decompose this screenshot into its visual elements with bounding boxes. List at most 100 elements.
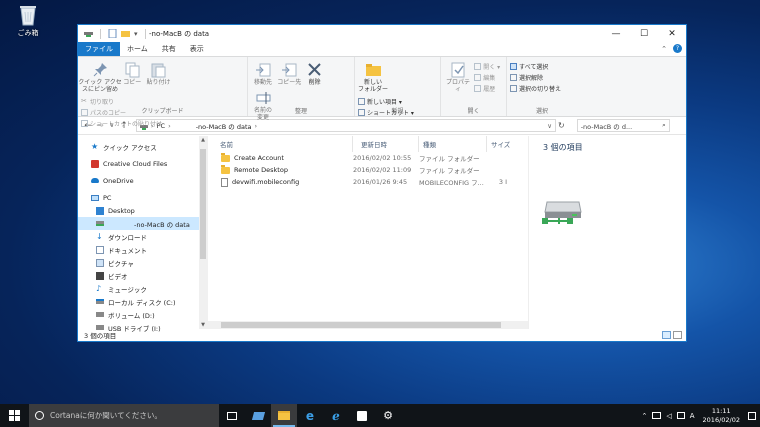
rename-button[interactable]: 名前の 変更	[251, 87, 275, 122]
edit-button[interactable]: 編集	[474, 73, 500, 82]
recycle-bin-label: ごみ箱	[17, 29, 39, 37]
recycle-bin-desktop-icon[interactable]: ごみ箱	[8, 4, 48, 38]
nav-item-local-disk-c[interactable]: ローカル ディスク (C:)	[78, 295, 207, 308]
taskbar-app-device[interactable]	[245, 404, 271, 427]
horizontal-scroll-thumb[interactable]	[221, 322, 501, 328]
invert-selection-button[interactable]: 選択の切り替え	[510, 84, 561, 93]
paste-button[interactable]: 貼り付け	[145, 59, 171, 87]
taskbar-edge[interactable]: e	[297, 404, 323, 427]
column-size-header[interactable]: サイズ	[487, 136, 527, 152]
move-to-button[interactable]: 移動先	[251, 59, 275, 87]
paste-shortcut-button[interactable]: ショートカットの貼り付け	[81, 119, 162, 128]
delete-button[interactable]: 削除	[303, 59, 325, 87]
maximize-button[interactable]: ☐	[630, 25, 658, 42]
tab-file[interactable]: ファイル	[78, 42, 120, 56]
nav-item-documents[interactable]: ドキュメント	[78, 243, 207, 256]
task-view-button[interactable]	[219, 404, 245, 427]
nav-item-pictures[interactable]: ピクチャ	[78, 256, 207, 269]
nav-pane-scroll-thumb[interactable]	[200, 149, 206, 259]
copy-button[interactable]: コピー	[121, 59, 143, 87]
search-icon: ⌕	[662, 121, 666, 129]
new-folder-icon[interactable]	[121, 29, 130, 38]
help-icon[interactable]: ?	[673, 44, 682, 53]
select-all-button[interactable]: すべて選択	[510, 62, 561, 71]
minimize-button[interactable]: —	[602, 25, 630, 42]
file-row[interactable]: Create Account 2016/02/02 10:55 ファイル フォル…	[208, 152, 528, 164]
copy-to-button[interactable]: コピー先	[277, 59, 301, 87]
start-button[interactable]	[0, 404, 29, 427]
scroll-up-icon[interactable]: ▲	[199, 136, 207, 144]
search-input[interactable]: -no-MacB の d... ⌕	[576, 119, 670, 132]
cut-button[interactable]: ✂ 切り取り	[81, 97, 162, 106]
properties-button[interactable]: プロパティ	[444, 59, 472, 94]
open-button[interactable]: 開く ▾	[474, 62, 500, 71]
details-view-icon[interactable]	[662, 331, 671, 339]
nav-item-network-drive[interactable]: -no-MacB の data	[78, 217, 207, 230]
refresh-icon[interactable]: ↻	[558, 121, 565, 130]
nav-item-music[interactable]: ♪ ミュージック	[78, 282, 207, 295]
ime-indicator[interactable]: A	[690, 412, 695, 420]
address-bar[interactable]: › PC › -no-MacB の data › ∨	[136, 119, 556, 132]
file-list-horizontal-scrollbar[interactable]	[208, 321, 528, 329]
address-dropdown-icon[interactable]: ∨	[547, 122, 555, 130]
nav-item-desktop[interactable]: Desktop	[78, 204, 207, 217]
new-item-button[interactable]: 新しい項目 ▾	[358, 97, 414, 106]
new-folder-button[interactable]: 新しい フォルダー	[358, 59, 388, 94]
invert-selection-icon	[510, 85, 517, 92]
clock[interactable]: 11:11 2016/02/02	[703, 407, 740, 423]
cortana-search-box[interactable]: Cortanaに何か聞いてください。	[29, 404, 219, 427]
collapse-ribbon-icon[interactable]: ⌃	[661, 45, 667, 53]
internet-explorer-icon: ℯ	[332, 408, 340, 423]
file-row[interactable]: Remote Desktop 2016/02/02 11:09 ファイル フォル…	[208, 164, 528, 176]
column-date-header[interactable]: 更新日時	[353, 136, 419, 152]
breadcrumb-current[interactable]: -no-MacB の data	[196, 121, 252, 131]
network-icon[interactable]	[652, 412, 662, 419]
scroll-down-icon[interactable]: ▼	[199, 321, 207, 329]
show-hidden-icons-icon[interactable]: ⌃	[641, 412, 647, 420]
taskbar-internet-explorer[interactable]: ℯ	[323, 404, 349, 427]
tab-share[interactable]: 共有	[155, 42, 183, 56]
large-icons-view-icon[interactable]	[673, 331, 682, 339]
status-item-count: 3 個の項目	[84, 332, 117, 340]
windows-logo-icon	[9, 410, 20, 421]
action-center-icon[interactable]	[676, 412, 685, 419]
taskbar-store[interactable]	[349, 404, 375, 427]
file-icon	[221, 177, 228, 187]
qat-dropdown-icon[interactable]: ▾	[134, 30, 138, 38]
taskbar: Cortanaに何か聞いてください。 e ℯ ⚙ ⌃ ◁ A 11:11 201…	[0, 404, 760, 427]
new-item-label: 新しい項目 ▾	[367, 98, 402, 106]
file-row[interactable]: devwifi.mobileconfig 2016/01/26 9:45 MOB…	[208, 176, 528, 188]
nav-item-quick-access[interactable]: ★ クイック アクセス	[78, 140, 207, 153]
pictures-icon	[96, 258, 104, 267]
nav-item-pc[interactable]: PC	[78, 191, 207, 204]
organize-group-name: 整理	[294, 108, 307, 115]
taskbar-file-explorer[interactable]	[271, 404, 297, 427]
properties-icon[interactable]	[108, 29, 117, 38]
title-bar[interactable]: ▾ -no-MacB の data — ☐ ✕	[78, 25, 686, 42]
nav-pane-scrollbar[interactable]: ▲ ▼	[199, 136, 207, 329]
computer-icon	[91, 194, 99, 201]
volume-icon[interactable]: ◁	[666, 412, 671, 420]
select-none-label: 選択解除	[519, 75, 544, 82]
nav-item-onedrive[interactable]: OneDrive	[78, 174, 207, 187]
nav-item-volume-d[interactable]: ボリューム (D:)	[78, 308, 207, 321]
taskbar-settings[interactable]: ⚙	[375, 404, 401, 427]
music-note-icon: ♪	[96, 283, 102, 293]
select-group-name: 選択	[535, 108, 548, 115]
tab-home[interactable]: ホーム	[120, 42, 155, 56]
pin-quick-access-button[interactable]: クイック アクセ スにピン留め	[78, 59, 122, 94]
select-none-button[interactable]: 選択解除	[510, 73, 561, 82]
close-button[interactable]: ✕	[658, 25, 686, 42]
notifications-icon[interactable]	[748, 411, 756, 420]
column-name-header[interactable]: 名前	[208, 136, 353, 152]
nav-item-videos[interactable]: ビデオ	[78, 269, 207, 282]
system-tray: ⌃ ◁ A 11:11 2016/02/02	[641, 404, 760, 427]
ribbon-tabs: ファイル ホーム 共有 表示 ⌃ ?	[78, 42, 686, 56]
column-type-header[interactable]: 種類	[419, 136, 487, 152]
nav-item-downloads[interactable]: ↓ ダウンロード	[78, 230, 207, 243]
network-drive-icon	[96, 221, 104, 226]
select-none-icon	[510, 74, 517, 81]
nav-item-creative-cloud[interactable]: Creative Cloud Files	[78, 157, 207, 170]
history-button[interactable]: 履歴	[474, 84, 500, 93]
tab-view[interactable]: 表示	[183, 42, 211, 56]
